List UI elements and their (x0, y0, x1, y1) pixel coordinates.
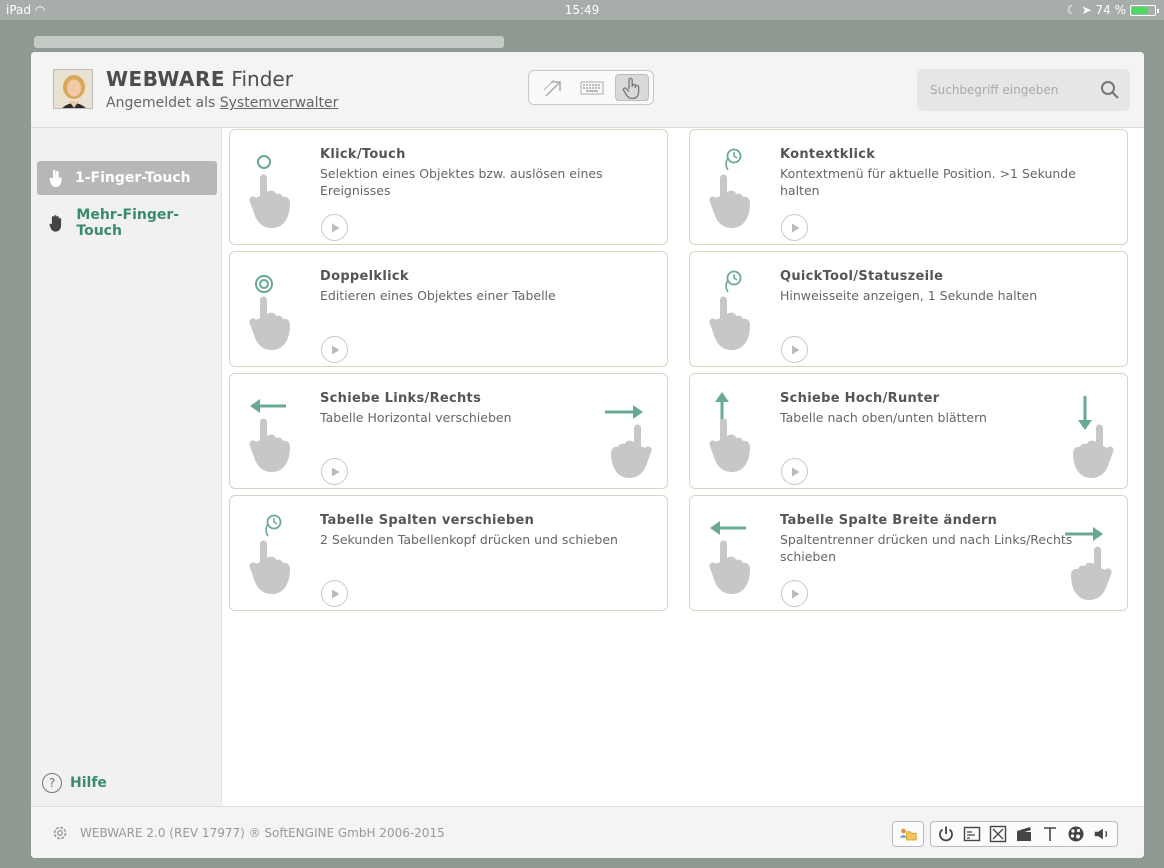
login-info: Angemeldet als Systemverwalter (106, 95, 339, 111)
footer: WEBWARE 2.0 (REV 17977) ® SoftENGINE Gmb… (31, 806, 1144, 858)
keyboard-mode-button[interactable] (575, 74, 609, 101)
card-description: Hinweisseite anzeigen, 1 Sekunde halten (780, 288, 1038, 303)
play-button[interactable] (321, 580, 348, 607)
search-input[interactable] (917, 69, 1097, 111)
gesture-card[interactable]: Schiebe Links/Rechts Tabelle Horizontal v… (229, 373, 668, 489)
card-title: Klick/Touch (320, 147, 406, 162)
touch-mode-button[interactable] (615, 74, 649, 101)
gesture-card[interactable]: Klick/Touch Selektion eines Objektes bzw.… (229, 129, 668, 245)
play-icon (791, 467, 799, 476)
battery-icon (1130, 4, 1159, 16)
gesture-card[interactable]: Doppelklick Editieren eines Objektes eine… (229, 251, 668, 367)
play-icon (331, 589, 339, 598)
play-icon (791, 589, 799, 598)
keyboard-icon (580, 81, 604, 94)
play-icon (791, 223, 799, 232)
help-link[interactable]: ? Hilfe (42, 773, 107, 793)
clock: 15:49 (564, 3, 600, 17)
card-title: Schiebe Links/Rechts (320, 391, 482, 406)
header: WEBWARE Finder Angemeldet als Systemverw… (31, 52, 1144, 128)
play-button[interactable] (781, 214, 808, 241)
pointer-mode-button[interactable] (537, 74, 571, 101)
card-title: Schiebe Hoch/Runter (780, 391, 940, 406)
play-icon (331, 345, 339, 354)
card-description: Spaltentrenner drücken und nach Links/Re… (780, 532, 1073, 564)
sidebar: 1-Finger-Touch Mehr-Finger-Touch ? Hilfe (31, 128, 222, 806)
hand-icon (49, 169, 62, 187)
finder-dialog: WEBWARE Finder Angemeldet als Systemverw… (31, 52, 1144, 858)
play-button[interactable] (781, 336, 808, 363)
card-description: Kontextmenü für aktuelle Position. >1 Se… (780, 166, 1076, 198)
terminal-icon[interactable] (963, 825, 981, 843)
text-icon[interactable] (1041, 825, 1059, 843)
location-icon: ➤ (1081, 3, 1092, 17)
gesture-target-icon (1045, 392, 1115, 482)
user-link[interactable]: Systemverwalter (220, 95, 339, 111)
status-right: ☾ ➤ 74 % (1066, 3, 1159, 17)
battery-percent: 74 % (1095, 3, 1127, 17)
arrow-icon (543, 79, 561, 97)
long-press-icon (704, 142, 774, 232)
copyright-text: WEBWARE 2.0 (REV 17977) ® SoftENGINE Gmb… (80, 826, 445, 840)
play-button[interactable] (781, 580, 808, 607)
help-icon: ? (42, 773, 62, 793)
long-press-icon (244, 508, 314, 598)
hand-pointer-icon (622, 77, 640, 99)
gesture-card[interactable]: QuickTool/Statuszeile Hinweisseite anzeig… (689, 251, 1128, 367)
clapperboard-icon[interactable] (1015, 825, 1033, 843)
gesture-card[interactable]: Tabelle Spalten verschieben 2 Sekunden Ta… (229, 495, 668, 611)
gesture-card[interactable]: Schiebe Hoch/Runter Tabelle nach oben/unt… (689, 373, 1128, 489)
moon-icon: ☾ (1066, 3, 1078, 17)
card-description: 2 Sekunden Tabellenkopf drücken und schi… (320, 532, 618, 547)
multi-finger-hand-icon (49, 215, 62, 232)
swipe-vertical-icon (704, 386, 774, 476)
card-description: Editieren eines Objektes einer Tabelle (320, 288, 556, 303)
sidebar-item-label: 1-Finger-Touch (75, 170, 191, 186)
close-window-icon[interactable] (989, 825, 1007, 843)
help-label: Hilfe (70, 775, 107, 791)
long-press-icon (704, 264, 774, 354)
power-icon[interactable] (937, 825, 955, 843)
play-button[interactable] (781, 458, 808, 485)
play-icon (331, 223, 339, 232)
ios-status-bar: iPad ︎◠ 15:49 ☾ ➤ 74 % (0, 0, 1164, 20)
user-folder-icon (899, 825, 917, 843)
search-box (917, 69, 1130, 111)
footer-toolbar (892, 821, 1118, 847)
avatar[interactable] (53, 69, 93, 109)
card-title: Tabelle Spalten verschieben (320, 513, 535, 528)
card-title: Kontextklick (780, 147, 876, 162)
system-tools (930, 821, 1118, 847)
card-description: Tabelle Horizontal verschieben (320, 410, 512, 425)
play-button[interactable] (321, 336, 348, 363)
gear-icon[interactable] (51, 824, 69, 846)
play-button[interactable] (321, 214, 348, 241)
play-button[interactable] (321, 458, 348, 485)
input-mode-switch (528, 70, 654, 105)
volume-icon[interactable] (1093, 825, 1111, 843)
play-icon (331, 467, 339, 476)
gesture-card[interactable]: Tabelle Spalte Breite ändern Spaltentrenn… (689, 495, 1128, 611)
double-tap-icon (244, 264, 314, 354)
swipe-horizontal-icon (704, 508, 774, 598)
card-title: Tabelle Spalte Breite ändern (780, 513, 998, 528)
tap-icon (244, 142, 314, 232)
card-title: Doppelklick (320, 269, 409, 284)
play-icon (791, 345, 799, 354)
app-title: WEBWARE Finder (106, 67, 293, 91)
sidebar-item-multi-finger[interactable]: Mehr-Finger-Touch (37, 206, 217, 240)
gesture-card[interactable]: Kontextklick Kontextmenü für aktuelle Pos… (689, 129, 1128, 245)
search-icon[interactable] (1100, 80, 1120, 104)
card-description: Selektion eines Objektes bzw. auslösen e… (320, 166, 603, 198)
sidebar-item-label: Mehr-Finger-Touch (76, 207, 180, 239)
sidebar-item-one-finger[interactable]: 1-Finger-Touch (37, 161, 217, 195)
card-description: Tabelle nach oben/unten blättern (780, 410, 987, 425)
card-title: QuickTool/Statuszeile (780, 269, 944, 284)
background-window-bar (34, 36, 504, 48)
palette-icon[interactable] (1067, 825, 1085, 843)
user-folder-button[interactable] (892, 821, 924, 847)
gesture-target-icon (585, 392, 655, 482)
swipe-horizontal-icon (244, 386, 314, 476)
